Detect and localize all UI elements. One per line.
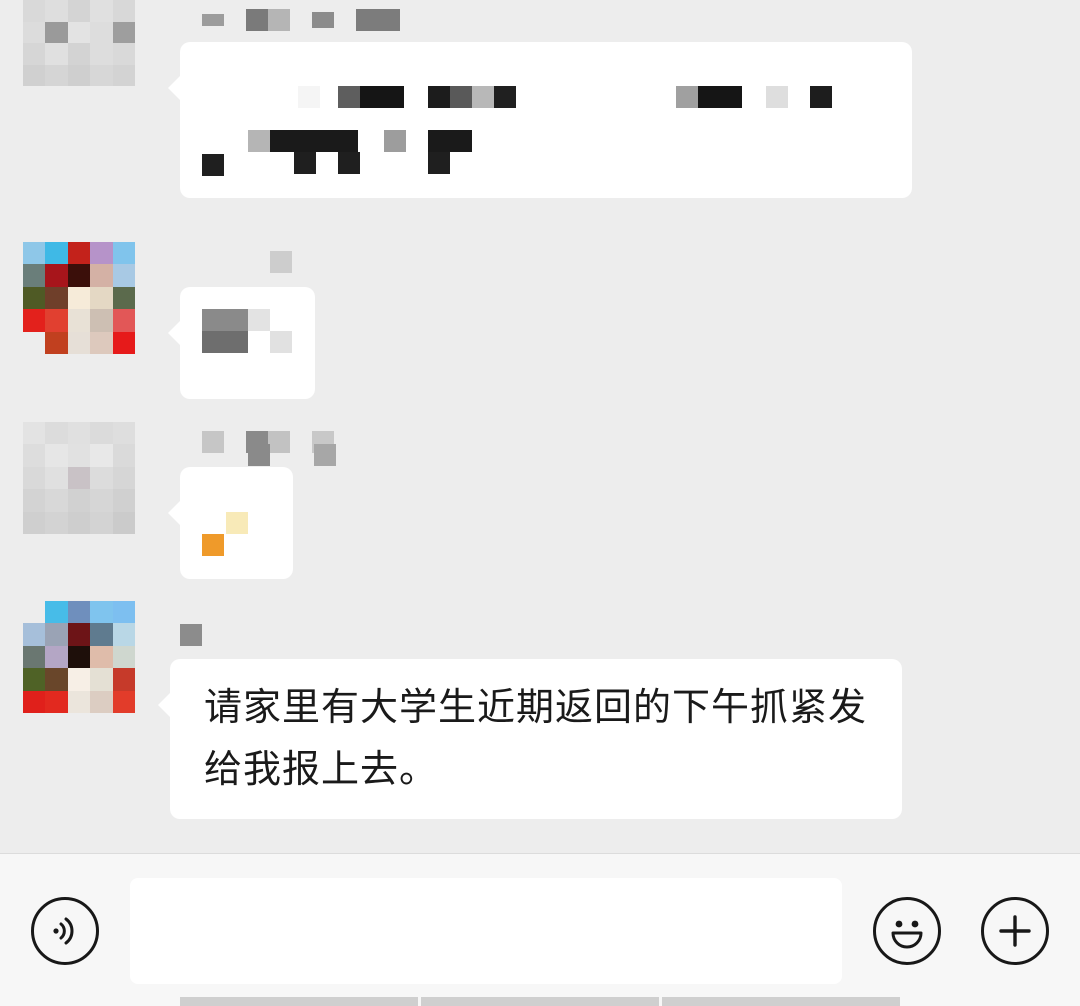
emoji-button[interactable]	[873, 897, 941, 965]
message-bubble[interactable]	[168, 287, 315, 399]
avatar[interactable]	[23, 601, 135, 713]
avatar[interactable]	[23, 422, 135, 534]
sender-name	[180, 615, 202, 655]
message-input[interactable]	[130, 878, 842, 984]
voice-input-button[interactable]	[31, 897, 99, 965]
sender-name	[180, 0, 400, 40]
plus-icon	[999, 915, 1031, 947]
avatar[interactable]	[23, 242, 135, 354]
message-bubble[interactable]	[168, 467, 293, 579]
message-bubble[interactable]	[168, 42, 912, 198]
sender-name	[180, 242, 292, 282]
chat-input-bar	[0, 853, 1080, 1006]
voice-icon	[53, 917, 74, 945]
avatar[interactable]	[23, 0, 135, 108]
emoji-icon	[891, 920, 923, 949]
more-actions-button[interactable]	[981, 897, 1049, 965]
message-text: 请家里有大学生近期返回的下午抓紧发给我报上去。	[204, 685, 868, 791]
